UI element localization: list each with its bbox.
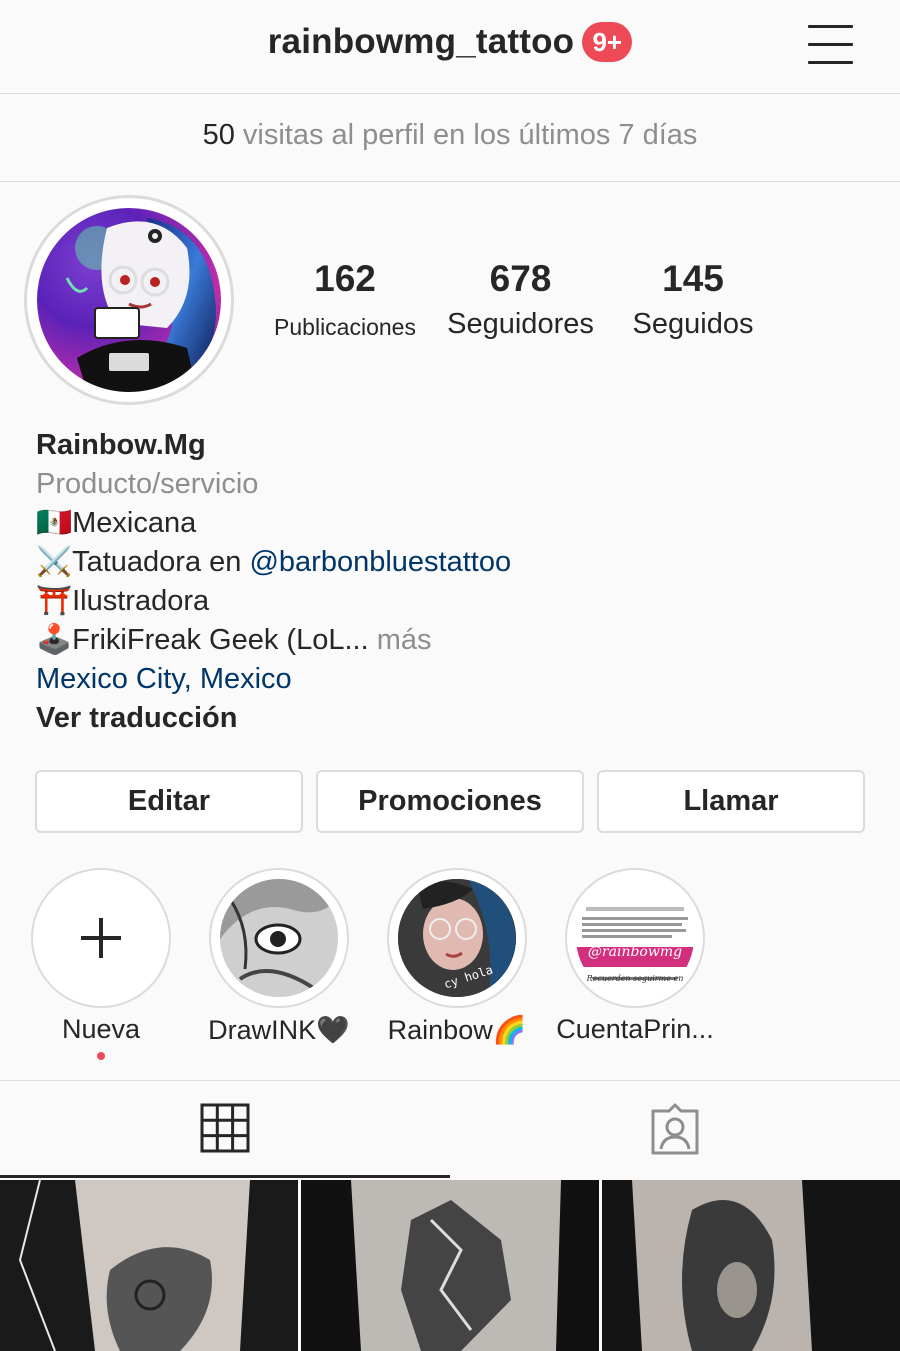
bio-line-text: Mexicana xyxy=(72,507,197,539)
bio-line-text: Tatuadora en xyxy=(72,546,250,578)
post-thumbnail[interactable] xyxy=(301,1180,599,1351)
menu-line-bottom xyxy=(808,61,853,64)
hamburger-menu-icon[interactable] xyxy=(808,25,853,65)
bio-line-text: FrikiFreak Geek (LoL... xyxy=(72,624,369,656)
highlight-rainbow[interactable]: cy hola Rainbow🌈 xyxy=(387,868,527,1045)
plus-icon xyxy=(81,918,121,958)
menu-line-top xyxy=(808,25,853,28)
mexico-flag-icon: 🇲🇽 xyxy=(36,507,73,539)
highlight-new[interactable]: Nueva xyxy=(31,868,171,1044)
followers-count: 678 xyxy=(489,258,552,299)
mention-link[interactable]: @barbonbluestattoo xyxy=(249,546,511,578)
stat-posts[interactable]: 162 Publicaciones xyxy=(265,258,425,341)
cuenta-cover-caption: Recuerden seguirme en xyxy=(586,974,684,983)
username[interactable]: rainbowmg_tattoo xyxy=(268,22,575,61)
following-label: Seguidos xyxy=(632,308,754,340)
bio-line-hobbies: 🕹️FrikiFreak Geek (LoL... más xyxy=(36,621,876,660)
following-count: 145 xyxy=(662,258,724,299)
post-thumbnail[interactable] xyxy=(602,1180,900,1351)
avatar-illustration xyxy=(65,218,216,392)
joystick-icon: 🕹️ xyxy=(36,624,73,656)
posts-label: Publicaciones xyxy=(274,314,416,340)
bio-line-text: Ilustradora xyxy=(72,585,210,617)
top-bar: rainbowmg_tattoo 9+ xyxy=(0,0,900,94)
stat-following[interactable]: 145 Seguidos xyxy=(618,258,768,341)
grid-icon xyxy=(200,1103,250,1153)
post-thumbnail[interactable] xyxy=(0,1180,298,1351)
followers-label: Seguidores xyxy=(447,308,594,340)
torii-gate-icon: ⛩️ xyxy=(36,585,73,617)
visits-text: visitas al perfil en los últimos 7 días xyxy=(234,119,698,151)
posts-count: 162 xyxy=(314,258,376,299)
promotions-button[interactable]: Promociones xyxy=(316,770,584,833)
tab-tagged[interactable] xyxy=(450,1081,900,1178)
category-label: Producto/servicio xyxy=(36,468,259,500)
cuenta-cover-handle: @rainbowmg xyxy=(587,944,683,960)
edit-profile-button[interactable]: Editar xyxy=(35,770,303,833)
post-image-tattoo-3 xyxy=(602,1180,900,1351)
post-image-tattoo-2 xyxy=(301,1180,599,1351)
profile-avatar-ring[interactable] xyxy=(24,195,234,405)
highlight-cuentaprincipal[interactable]: @rainbowmg Recuerden seguirme en CuentaP… xyxy=(556,868,714,1044)
translate-link[interactable]: Ver traducción xyxy=(36,699,876,738)
display-name: Rainbow.Mg xyxy=(36,429,206,461)
crossed-swords-icon: ⚔️ xyxy=(36,546,73,578)
new-indicator-dot xyxy=(97,1052,105,1060)
highlight-ring: @rainbowmg Recuerden seguirme en xyxy=(565,868,705,1008)
tagged-person-icon xyxy=(651,1103,699,1155)
profile-visits-banner[interactable]: 50 visitas al perfil en los últimos 7 dí… xyxy=(0,95,900,182)
highlight-ring: cy hola xyxy=(387,868,527,1008)
post-image-tattoo-1 xyxy=(0,1180,298,1351)
drawink-cover-art xyxy=(220,879,338,997)
notification-badge[interactable]: 9+ xyxy=(582,22,633,62)
bio-line-illustrator: ⛩️Ilustradora xyxy=(36,582,876,621)
profile-avatar xyxy=(37,208,221,392)
visits-count: 50 xyxy=(202,119,235,151)
call-button[interactable]: Llamar xyxy=(597,770,865,833)
bio-line-nationality: 🇲🇽Mexicana xyxy=(36,504,876,543)
profile-tab-bar xyxy=(0,1080,900,1178)
highlight-drawink[interactable]: DrawINK🖤 xyxy=(208,868,350,1045)
location-link[interactable]: Mexico City, Mexico xyxy=(36,660,876,699)
stat-followers[interactable]: 678 Seguidores xyxy=(438,258,603,341)
menu-line-middle xyxy=(808,43,853,46)
highlight-label: CuentaPrin... xyxy=(556,1014,714,1044)
highlight-ring xyxy=(209,868,349,1008)
bio-line-work: ⚔️Tatuadora en @barbonbluestattoo xyxy=(36,543,876,582)
tab-grid[interactable] xyxy=(0,1081,450,1178)
more-link[interactable]: más xyxy=(369,624,432,656)
profile-bio: Rainbow.Mg Producto/servicio 🇲🇽Mexicana … xyxy=(36,426,876,738)
drawink-cover xyxy=(220,879,338,997)
username-wrap: rainbowmg_tattoo 9+ xyxy=(0,22,900,62)
highlight-new-ring xyxy=(31,868,171,1008)
